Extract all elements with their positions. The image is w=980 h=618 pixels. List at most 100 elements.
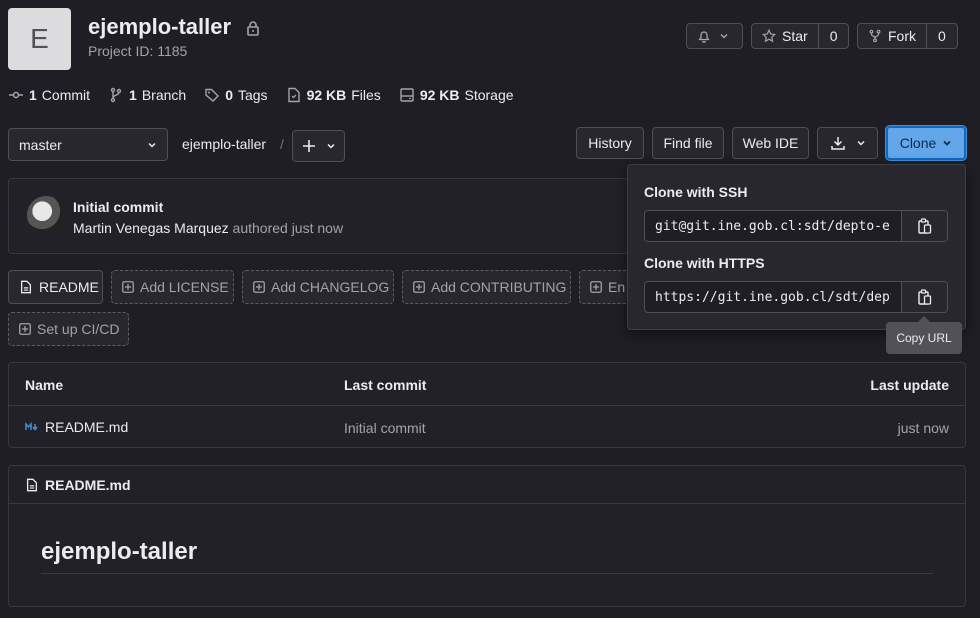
add-contributing-button[interactable]: Add CONTRIBUTING [402,270,571,304]
chevron-down-icon [856,138,866,148]
commit-time: authored just now [232,220,344,236]
author-avatar[interactable] [27,196,65,234]
breadcrumb-separator: / [280,136,284,152]
clone-https-input[interactable] [645,282,901,312]
enable-link-label: En [608,279,626,295]
bell-icon [697,29,711,43]
add-file-dropdown[interactable] [292,130,345,162]
plus-square-icon [590,281,602,293]
readme-heading: ejemplo-taller [41,538,198,565]
clone-dropdown: Clone with SSH Clone with HTTPS [627,164,966,330]
add-license-button[interactable]: Add LICENSE [111,270,234,304]
setup-ci-label: Set up CI/CD [37,321,120,337]
add-license-label: Add LICENSE [140,279,229,295]
fork-icon [868,29,882,43]
chevron-down-icon [719,31,729,41]
clipboard-icon [917,289,932,305]
readme-filename[interactable]: README.md [45,477,131,493]
markdown-icon [25,422,39,432]
clone-button[interactable]: Clone [886,126,966,160]
column-last-commit-header: Last commit [344,377,427,393]
table-row[interactable]: README.md Initial commit just now [9,406,965,447]
download-dropdown[interactable] [817,127,878,159]
chevron-down-icon [326,141,336,151]
clone-ssh-label: Clone with SSH [644,184,748,200]
breadcrumb-project[interactable]: ejemplo-taller [182,136,266,152]
find-file-button[interactable]: Find file [652,127,724,159]
stat-label: Files [351,87,381,103]
branch-name: master [19,136,62,153]
notification-dropdown[interactable] [686,23,743,49]
fork-button[interactable]: Fork 0 [857,23,958,49]
table-header: Name Last commit Last update [9,363,965,406]
stat-value: 92 KB [306,87,347,103]
stat-label: Storage [464,87,514,103]
stat-files[interactable]: 92 KB Files [286,87,381,103]
readme-panel: README.md ejemplo-taller [8,465,966,607]
add-changelog-label: Add CHANGELOG [271,279,390,295]
clipboard-icon [917,218,932,234]
clone-https-field [644,281,948,313]
tag-icon [204,87,220,103]
plus-square-icon [413,281,425,293]
stat-label: Commit [41,87,91,103]
fork-count: 0 [938,28,946,44]
branch-selector[interactable]: master [8,128,168,161]
star-icon [762,29,776,43]
find-file-label: Find file [663,135,713,151]
readme-header: README.md [9,466,965,504]
stat-branches[interactable]: 1 Branch [108,87,186,103]
chevron-down-icon [147,140,157,150]
clone-https-label: Clone with HTTPS [644,255,765,271]
project-id: Project ID: 1185 [88,43,188,59]
column-name-header: Name [25,377,64,393]
chevron-down-icon [942,138,952,148]
fork-label: Fork [888,28,916,44]
copy-url-tooltip: Copy URL [886,316,962,354]
document-icon [19,280,33,294]
plus-square-icon [253,281,265,293]
plus-square-icon [122,281,134,293]
commit-icon [8,87,24,103]
project-stats: 1 Commit 1 Branch 0 Tags 92 KB Files 92 KB St… [8,87,514,103]
add-contributing-label: Add CONTRIBUTING [431,279,567,295]
star-count: 0 [829,28,838,44]
copy-ssh-button[interactable] [901,211,947,241]
commit-author[interactable]: Martin Venegas Marquez [73,220,229,236]
add-changelog-button[interactable]: Add CHANGELOG [242,270,394,304]
file-last-commit[interactable]: Initial commit [344,420,426,436]
project-title[interactable]: ejemplo-taller [88,14,231,40]
heading-divider [41,573,933,574]
star-button[interactable]: Star 0 [751,23,850,49]
stat-value: 0 [225,87,233,103]
document-icon [25,478,39,492]
stat-value: 1 [129,87,137,103]
project-avatar: E [8,8,71,70]
star-label: Star [782,28,808,44]
web-ide-label: Web IDE [742,135,799,151]
download-icon [830,135,846,151]
readme-link-label: README [39,279,99,295]
commit-title[interactable]: Initial commit [73,199,163,215]
file-name[interactable]: README.md [45,419,128,435]
stat-storage[interactable]: 92 KB Storage [399,87,514,103]
readme-link[interactable]: README [8,270,103,304]
column-last-update-header: Last update [870,377,949,393]
copy-https-button[interactable] [901,282,947,312]
commit-meta: Martin Venegas Marquez authored just now [73,220,343,236]
file-name-cell[interactable]: README.md [25,419,128,435]
branch-icon [108,87,124,103]
lock-icon [245,20,261,36]
history-label: History [588,135,632,151]
stat-value: 1 [29,87,37,103]
plus-icon [302,139,316,153]
clone-ssh-field [644,210,948,242]
web-ide-button[interactable]: Web IDE [732,127,809,159]
stat-commits[interactable]: 1 Commit [8,87,90,103]
setup-ci-button[interactable]: Set up CI/CD [8,312,129,346]
last-commit-panel: Initial commit Martin Venegas Marquez au… [8,178,628,254]
history-button[interactable]: History [576,127,644,159]
storage-icon [399,87,415,103]
stat-tags[interactable]: 0 Tags [204,87,268,103]
clone-ssh-input[interactable] [645,211,901,241]
